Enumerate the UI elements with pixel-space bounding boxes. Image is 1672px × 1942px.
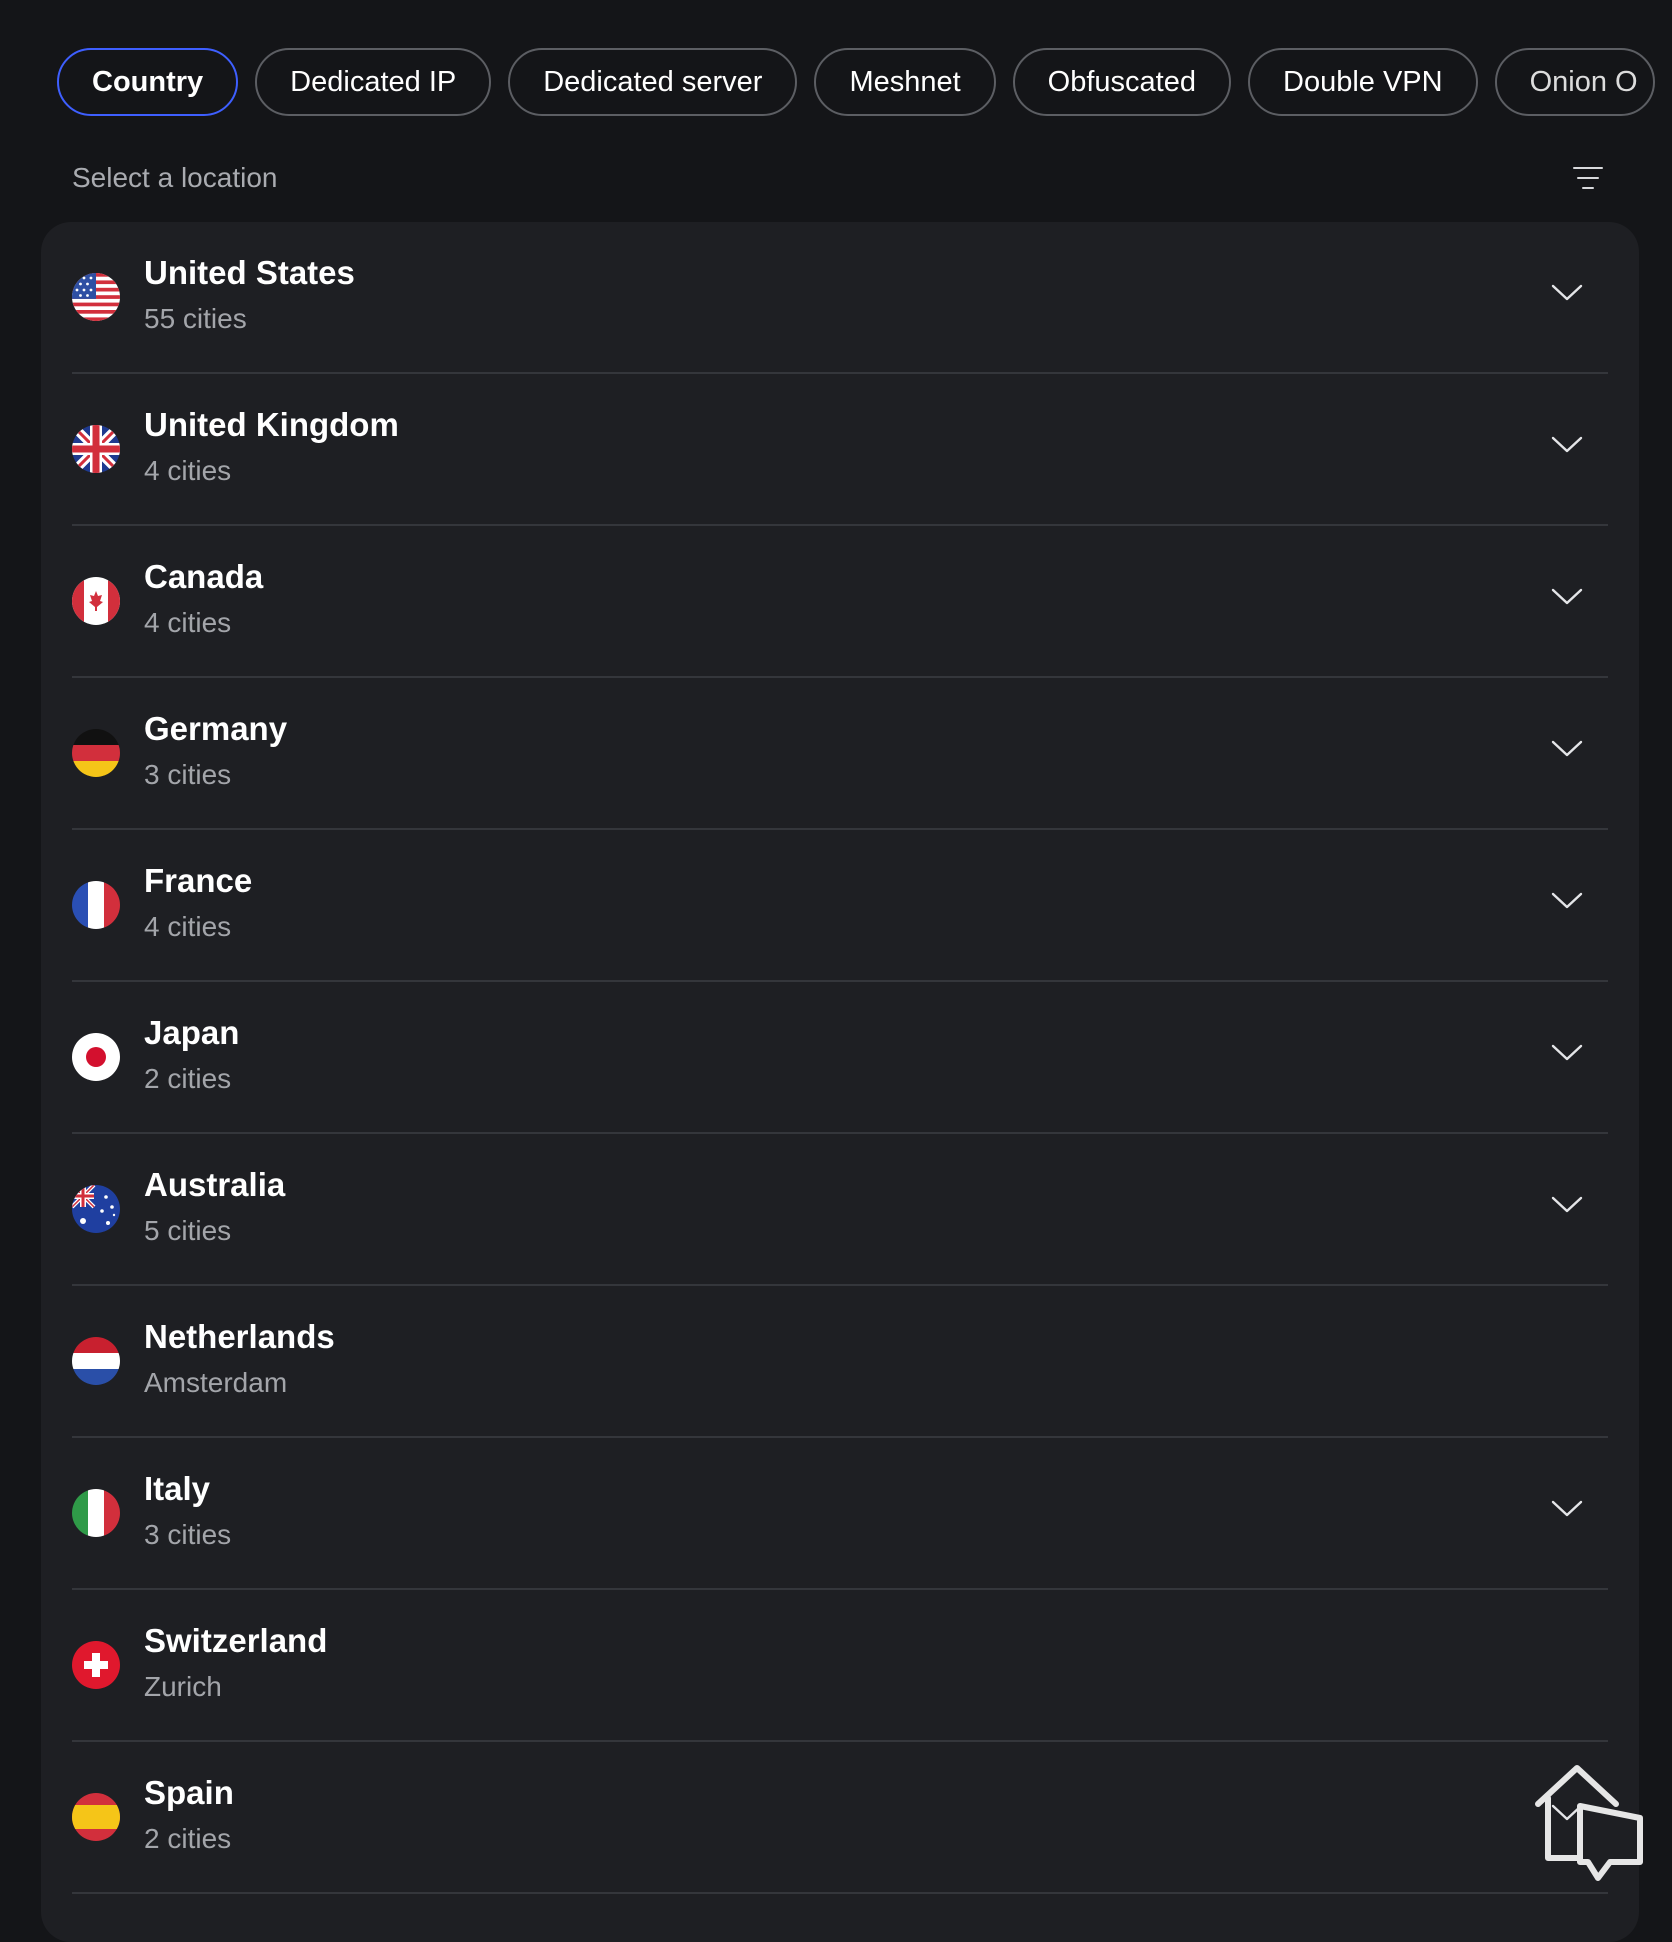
chevron-down-icon[interactable] [1550, 280, 1584, 304]
chevron-down-icon[interactable] [1550, 584, 1584, 608]
country-cities: 2 cities [144, 1063, 232, 1094]
es-flag-icon [72, 1793, 120, 1841]
country-city: Zurich [144, 1671, 222, 1702]
country-cities: 55 cities [144, 303, 247, 334]
nl-flag-icon [72, 1337, 120, 1385]
tab-dedicated-server[interactable]: Dedicated server [508, 48, 798, 116]
country-list: United States 55 cities United Kingdom 4… [41, 222, 1639, 1942]
country-row-canada[interactable]: Canada 4 cities [72, 526, 1608, 678]
country-cities: 3 cities [144, 1519, 232, 1550]
tab-onion-label: Onion O [1529, 66, 1638, 98]
tab-onion-over-vpn[interactable]: Onion O [1494, 48, 1655, 116]
tab-obfuscated[interactable]: Obfuscated [1012, 48, 1231, 116]
chevron-down-icon[interactable] [1550, 1496, 1584, 1520]
country-name: United Kingdom [144, 406, 399, 443]
country-name: Spain [144, 1774, 234, 1811]
country-name: Switzerland [144, 1622, 328, 1659]
country-row-japan[interactable]: Japan 2 cities [72, 982, 1608, 1134]
au-flag-icon [72, 1185, 120, 1233]
category-tabs: Country Dedicated IP Dedicated server Me… [57, 48, 1672, 118]
country-row-netherlands[interactable]: Netherlands Amsterdam [72, 1286, 1608, 1438]
country-name: United States [144, 254, 355, 291]
country-name: Netherlands [144, 1318, 335, 1355]
home-pointer-icon[interactable] [1528, 1764, 1648, 1884]
fr-flag-icon [72, 881, 120, 929]
country-name: Australia [144, 1166, 286, 1203]
it-flag-icon [72, 1489, 120, 1537]
country-row-spain[interactable]: Spain 2 cities [72, 1742, 1608, 1894]
country-row-united-kingdom[interactable]: United Kingdom 4 cities [72, 374, 1608, 526]
country-row-germany[interactable]: Germany 3 cities [72, 678, 1608, 830]
jp-flag-icon [72, 1033, 120, 1081]
country-row-france[interactable]: France 4 cities [72, 830, 1608, 982]
tab-meshnet[interactable]: Meshnet [814, 48, 996, 116]
country-row-australia[interactable]: Australia 5 cities [72, 1134, 1608, 1286]
tab-dedicated-ip[interactable]: Dedicated IP [255, 48, 492, 116]
tab-country[interactable]: Country [57, 48, 239, 116]
chevron-down-icon[interactable] [1550, 432, 1584, 456]
country-name: Japan [144, 1014, 240, 1051]
location-subheader: Select a location [72, 156, 1615, 200]
country-cities: 4 cities [144, 607, 232, 638]
chevron-down-icon[interactable] [1550, 1040, 1584, 1064]
country-name: Canada [144, 558, 264, 595]
sort-lines-icon[interactable] [1571, 162, 1603, 194]
us-flag-icon [72, 273, 120, 321]
country-name: Italy [144, 1470, 211, 1507]
ch-flag-icon [72, 1641, 120, 1689]
de-flag-icon [72, 729, 120, 777]
chevron-down-icon[interactable] [1550, 1192, 1584, 1216]
select-location-label: Select a location [72, 162, 278, 193]
country-name: Germany [144, 710, 288, 747]
chevron-down-icon[interactable] [1550, 888, 1584, 912]
country-cities: 4 cities [144, 455, 232, 486]
country-cities: 3 cities [144, 759, 232, 790]
country-row-switzerland[interactable]: Switzerland Zurich [72, 1590, 1608, 1742]
country-cities: 5 cities [144, 1215, 232, 1246]
country-city: Amsterdam [144, 1367, 288, 1398]
country-row-italy[interactable]: Italy 3 cities [72, 1438, 1608, 1590]
uk-flag-icon [72, 425, 120, 473]
country-cities: 4 cities [144, 911, 232, 942]
chevron-down-icon[interactable] [1550, 736, 1584, 760]
country-name: France [144, 862, 253, 899]
ca-flag-icon [72, 577, 120, 625]
country-row-united-states[interactable]: United States 55 cities [72, 222, 1608, 374]
tab-double-vpn[interactable]: Double VPN [1248, 48, 1478, 116]
country-cities: 2 cities [144, 1823, 232, 1854]
